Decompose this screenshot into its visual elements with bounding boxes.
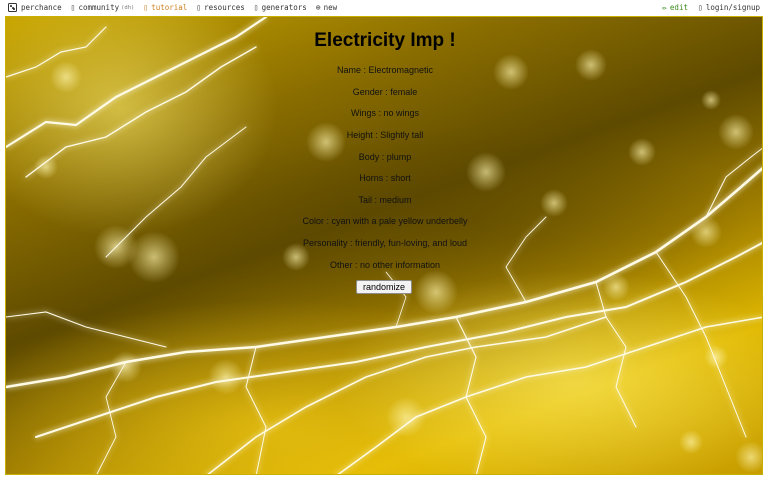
nav-community[interactable]: ▯ community (dh) [71,3,135,12]
nav-resources[interactable]: ▯ resources [196,3,244,12]
nav-edit[interactable]: ✏ edit [662,3,688,12]
plus-circle-icon: ⊕ [315,2,321,12]
result-horns: Horns : short [359,173,411,183]
pencil-icon: ✏ [662,2,667,12]
nav-new-label: new [323,3,338,12]
result-name: Name : Electromagnetic [336,65,434,75]
chat-icon: ▯ [70,2,76,12]
result-wings: Wings : no wings [350,108,420,118]
folder-icon: ▯ [196,2,202,12]
nav-community-tag: (dh) [121,4,135,11]
nav-generators-label: generators [261,3,307,12]
nav-edit-label: edit [669,3,688,12]
nav-left: perchance ▯ community (dh) ▯ tutorial ▯ … [8,3,346,12]
generator-output-panel: Electricity Imp ! Name : Electromagnetic… [5,16,763,475]
user-icon: ▯ [697,2,703,12]
result-tail: Tail : medium [358,195,412,205]
result-other: Other : no other information [329,260,441,270]
nav-perchance-label: perchance [21,3,62,12]
nav-tutorial[interactable]: ▯ tutorial [143,3,187,12]
result-color: Color : cyan with a pale yellow underbel… [302,216,468,226]
grid-icon: ▯ [253,2,259,12]
generator-content: Electricity Imp ! Name : Electromagnetic… [6,17,762,474]
nav-generators[interactable]: ▯ generators [254,3,307,12]
result-body: Body : plump [358,152,412,162]
generator-title: Electricity Imp ! [314,30,456,51]
book-icon: ▯ [143,2,149,12]
result-height: Height : Slightly tall [346,130,424,140]
nav-tutorial-label: tutorial [151,3,188,12]
nav-perchance[interactable]: perchance [8,3,62,12]
randomize-button[interactable]: randomize [356,280,412,294]
nav-login-signup[interactable]: ▯ login/signup [698,3,760,12]
nav-resources-label: resources [204,3,245,12]
result-personality: Personality : friendly, fun-loving, and … [303,238,467,248]
dice-icon [8,3,17,12]
nav-right: ✏ edit ▯ login/signup [652,3,760,12]
nav-new[interactable]: ⊕ new [316,3,337,12]
nav-login-label: login/signup [705,3,760,12]
nav-community-label: community [78,3,120,12]
top-nav-bar: perchance ▯ community (dh) ▯ tutorial ▯ … [0,0,768,16]
result-gender: Gender : female [352,87,418,97]
